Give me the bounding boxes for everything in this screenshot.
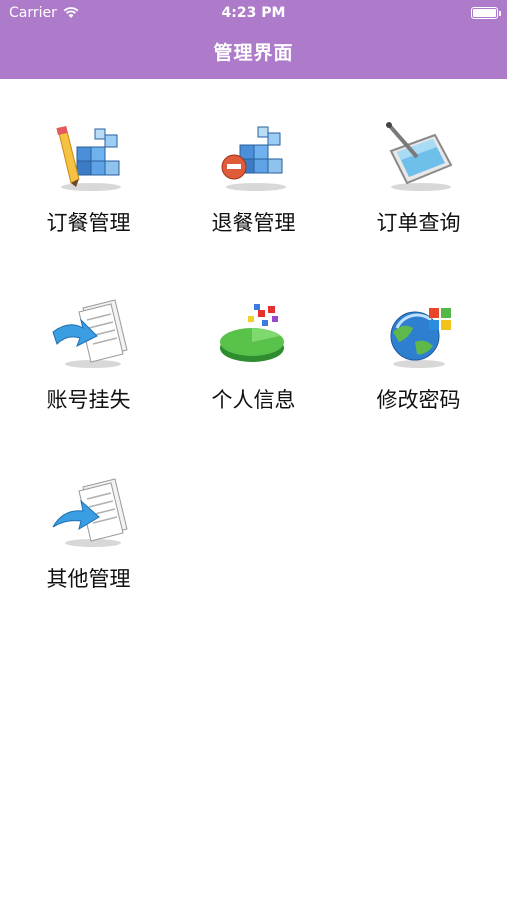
menu-item-order-meal[interactable]: 订餐管理	[4, 79, 173, 254]
globe-windows-icon	[390, 308, 451, 368]
cube-grid-remove-icon	[221, 126, 286, 191]
page-title: 管理界面	[213, 42, 294, 64]
header-bar: Carrier 4:23 PM 管理界面	[0, 0, 507, 79]
menu-item-personal-info[interactable]: 个人信息	[169, 256, 338, 431]
menu-label: 修改密码	[376, 388, 461, 412]
menu-item-order-query[interactable]: 订单查询	[334, 79, 503, 254]
status-time: 4:23 PM	[221, 5, 286, 21]
document-arrow-icon	[52, 299, 128, 368]
cube-grid-pencil-icon	[56, 126, 121, 191]
menu-item-account-loss[interactable]: 账号挂失	[4, 256, 173, 431]
menu-item-cancel-meal[interactable]: 退餐管理	[169, 79, 338, 254]
pie-chart-icon	[220, 304, 284, 362]
battery-icon	[471, 7, 501, 19]
menu-item-other-management[interactable]: 其他管理	[4, 435, 173, 610]
menu-label: 退餐管理	[211, 211, 296, 235]
menu-label: 个人信息	[211, 388, 296, 412]
status-bar: Carrier 4:23 PM	[0, 0, 507, 28]
menu-label: 订餐管理	[46, 211, 131, 235]
tablet-stylus-icon	[386, 122, 453, 191]
menu-label: 订单查询	[376, 211, 461, 235]
document-arrow-forward-icon	[52, 478, 128, 547]
menu-label: 其他管理	[46, 567, 131, 591]
menu-item-change-password[interactable]: 修改密码	[334, 256, 503, 431]
menu-label: 账号挂失	[46, 388, 131, 412]
